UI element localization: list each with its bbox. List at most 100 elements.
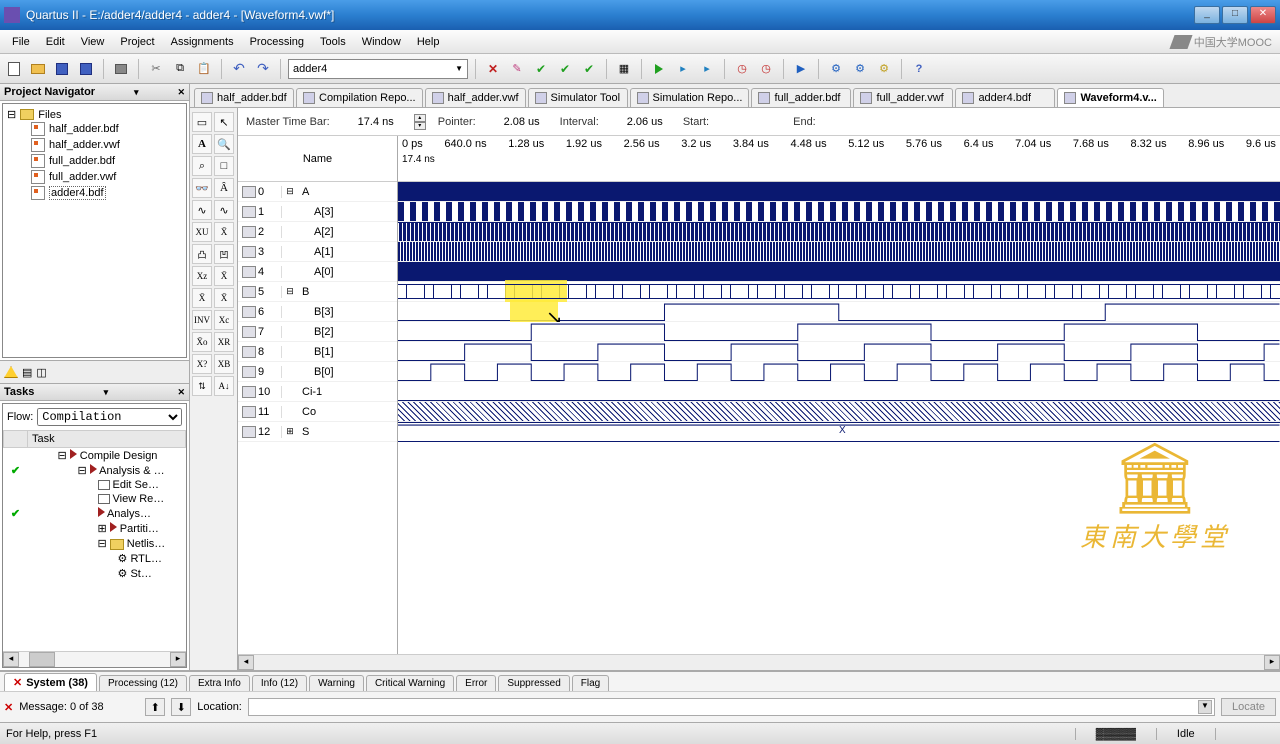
document-tab[interactable]: Simulator Tool: [528, 88, 628, 107]
next-msg-button[interactable]: ⬇: [171, 698, 191, 716]
open-button[interactable]: [28, 59, 48, 79]
signal-row[interactable]: 1A[3]: [238, 202, 397, 222]
rand-tool[interactable]: XR: [214, 332, 234, 352]
check1-button[interactable]: ✔: [531, 59, 551, 79]
new-file-button[interactable]: [4, 59, 24, 79]
maximize-button[interactable]: □: [1222, 6, 1248, 24]
document-tab[interactable]: Simulation Repo...: [630, 88, 750, 107]
msgtab-system[interactable]: ✕System (38): [4, 673, 97, 691]
waveform-hscroll[interactable]: ◂ ▸: [238, 654, 1280, 670]
document-tab[interactable]: adder4.bdf: [955, 88, 1055, 107]
wave-A0[interactable]: [398, 262, 1280, 282]
stop-button[interactable]: ✕: [483, 59, 503, 79]
paste-button[interactable]: 📋: [194, 59, 214, 79]
cnt-tool[interactable]: Xc: [214, 310, 234, 330]
play-button[interactable]: [649, 59, 669, 79]
wave-B0[interactable]: [398, 362, 1280, 382]
wave-A3[interactable]: [398, 202, 1280, 222]
project-navigator-tree[interactable]: ⊟ Files half_adder.bdf half_adder.vwf fu…: [2, 103, 187, 358]
a-tool[interactable]: Ȃ: [214, 178, 234, 198]
inv-tool[interactable]: INV: [192, 310, 212, 330]
project-selector[interactable]: adder4 ▼: [288, 59, 468, 79]
save-button[interactable]: [52, 59, 72, 79]
panel-close-button[interactable]: ✕: [177, 87, 185, 98]
dropdown-arrow-icon[interactable]: ▼: [1198, 700, 1212, 714]
menu-window[interactable]: Window: [354, 34, 409, 50]
scroll-left-button[interactable]: ◂: [3, 652, 19, 667]
selection-tool[interactable]: ▭: [192, 112, 212, 132]
pointer-tool[interactable]: ↖: [214, 112, 234, 132]
document-tab[interactable]: half_adder.bdf: [194, 88, 294, 107]
wave1-tool[interactable]: ∿: [192, 200, 212, 220]
sim-play-button[interactable]: ▶: [791, 59, 811, 79]
close-icon[interactable]: ✕: [13, 677, 22, 689]
text-tool[interactable]: A: [192, 134, 212, 154]
timer1-button[interactable]: ◷: [732, 59, 752, 79]
menu-view[interactable]: View: [73, 34, 113, 50]
force1-tool[interactable]: 凹: [214, 244, 234, 264]
signal-row[interactable]: 5⊟B: [238, 282, 397, 302]
flow-select[interactable]: Compilation: [37, 408, 182, 426]
dock-button[interactable]: ▾: [134, 87, 139, 98]
sort-tool[interactable]: ⇅: [192, 376, 212, 396]
document-tab[interactable]: full_adder.bdf: [751, 88, 851, 107]
signal-row[interactable]: 0⊟A: [238, 182, 397, 202]
warning-icon[interactable]: [4, 366, 18, 378]
dock-button[interactable]: ▾: [104, 387, 109, 398]
menu-project[interactable]: Project: [112, 34, 162, 50]
expand-icon[interactable]: ⊞: [282, 426, 298, 437]
files-root[interactable]: ⊟ Files: [7, 108, 182, 121]
xi-tool[interactable]: X̄: [214, 222, 234, 242]
xb-tool[interactable]: XB: [214, 354, 234, 374]
gear2-button[interactable]: ⚙: [850, 59, 870, 79]
xr2-tool[interactable]: X?: [192, 354, 212, 374]
xu-tool[interactable]: XU: [192, 222, 212, 242]
wave-Ci1[interactable]: [398, 382, 1280, 402]
wave-B[interactable]: [398, 282, 1280, 302]
copy-button[interactable]: ⧉: [170, 59, 190, 79]
menu-file[interactable]: File: [4, 34, 38, 50]
wave-Co[interactable]: [398, 402, 1280, 422]
xw-tool[interactable]: X̄: [214, 266, 234, 286]
redo-button[interactable]: ↷: [253, 59, 273, 79]
wave2-tool[interactable]: ∿: [214, 200, 234, 220]
file-item[interactable]: half_adder.bdf: [7, 121, 182, 137]
scroll-left-button[interactable]: ◂: [238, 655, 254, 670]
xdc-tool[interactable]: X̄: [214, 288, 234, 308]
gear3-button[interactable]: ⚙: [874, 59, 894, 79]
xz-tool[interactable]: Xz: [192, 266, 212, 286]
close-button[interactable]: ✕: [1250, 6, 1276, 24]
signal-row[interactable]: 2A[2]: [238, 222, 397, 242]
gear1-button[interactable]: ⚙: [826, 59, 846, 79]
check2-button[interactable]: ✔: [555, 59, 575, 79]
design-icon[interactable]: ◫: [36, 366, 46, 379]
minimize-button[interactable]: _: [1194, 6, 1220, 24]
panel-close-button[interactable]: ✕: [177, 387, 185, 398]
file-item[interactable]: half_adder.vwf: [7, 137, 182, 153]
hierarchy-icon[interactable]: ▤: [22, 366, 32, 379]
wave-A[interactable]: [398, 182, 1280, 202]
mtb-spinner[interactable]: ▴▾: [414, 114, 426, 130]
scroll-track[interactable]: [254, 655, 1264, 670]
document-tab[interactable]: full_adder.vwf: [853, 88, 953, 107]
play2-button[interactable]: ▸: [673, 59, 693, 79]
task-hscroll[interactable]: ◂ ▸: [3, 651, 186, 667]
close-icon[interactable]: ✕: [4, 701, 13, 714]
msgtab-processing[interactable]: Processing (12): [99, 675, 187, 691]
signal-row[interactable]: 11Co: [238, 402, 397, 422]
waveform-display[interactable]: 0 ps640.0 ns1.28 us1.92 us2.56 us3.2 us3…: [398, 136, 1280, 654]
check3-button[interactable]: ✔: [579, 59, 599, 79]
file-item[interactable]: full_adder.vwf: [7, 169, 182, 185]
signal-row[interactable]: 3A[1]: [238, 242, 397, 262]
signal-row[interactable]: 4A[0]: [238, 262, 397, 282]
wave-B1[interactable]: [398, 342, 1280, 362]
signal-row[interactable]: 7B[2]: [238, 322, 397, 342]
signal-row[interactable]: 10Ci-1: [238, 382, 397, 402]
msgtab-extra[interactable]: Extra Info: [189, 675, 250, 691]
sort2-tool[interactable]: A↓: [214, 376, 234, 396]
save-all-button[interactable]: [76, 59, 96, 79]
msgtab-critical[interactable]: Critical Warning: [366, 675, 454, 691]
msgtab-suppressed[interactable]: Suppressed: [498, 675, 569, 691]
msgtab-info[interactable]: Info (12): [252, 675, 307, 691]
msgtab-flag[interactable]: Flag: [572, 675, 609, 691]
